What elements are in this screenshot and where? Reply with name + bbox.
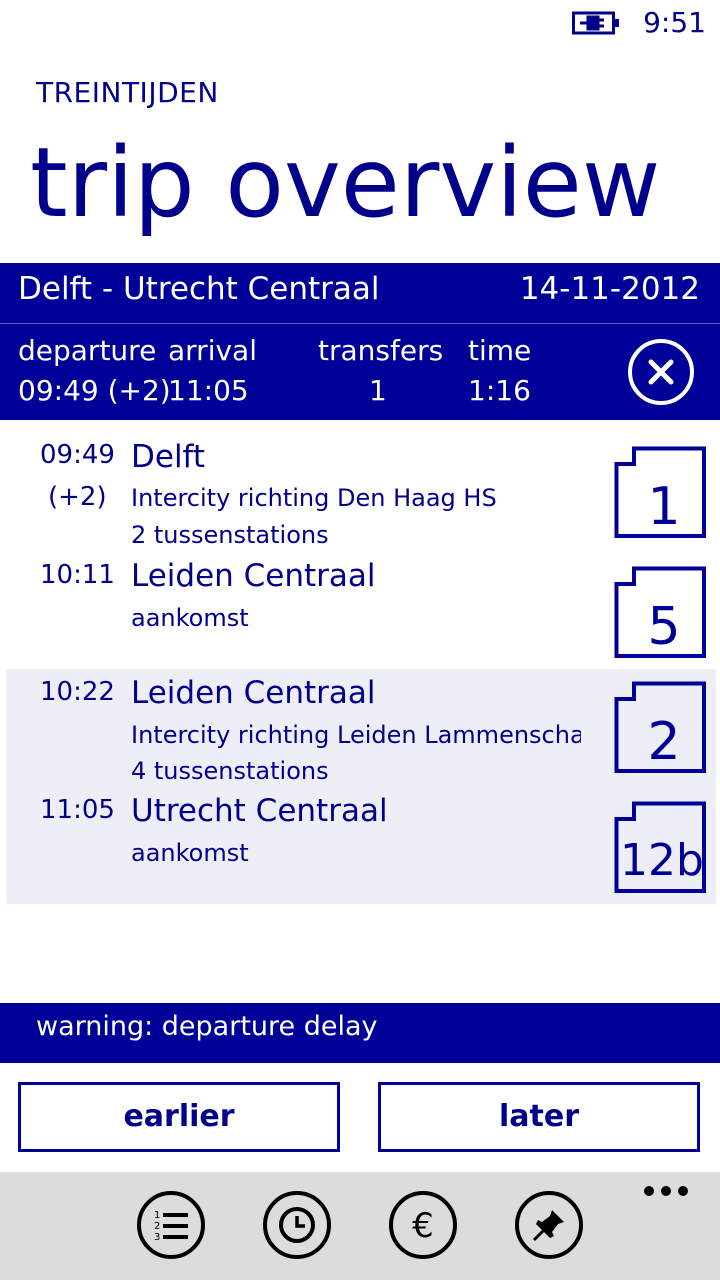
page-title: trip overview [30, 127, 661, 239]
trip-leg[interactable]: 10:22 Leiden Centraal Intercity richting… [6, 669, 716, 904]
platform-icon: 5 [614, 566, 706, 658]
pin-icon [515, 1191, 583, 1259]
stop-time: 11:05 [40, 795, 115, 825]
more-icon[interactable] [643, 1184, 689, 1198]
route-header: Delft - Utrecht Centraal 14-11-2012 [0, 263, 720, 324]
warning-bar: warning: departure delay [0, 1003, 720, 1063]
station-name: Leiden Centraal [131, 558, 376, 594]
app-name: TREINTIJDEN [36, 76, 219, 109]
svg-text:1: 1 [154, 1210, 160, 1221]
warning-text: warning: departure delay [36, 1011, 378, 1042]
departure-value: 09:49 (+2) [18, 374, 171, 407]
svg-text:2: 2 [154, 1221, 160, 1232]
intermediate-stations: 2 tussenstations [131, 521, 329, 549]
stop-time: 10:11 [40, 560, 115, 590]
transfers-value: 1 [369, 374, 387, 407]
intermediate-stations: 4 tussenstations [131, 757, 329, 785]
platform-number: 12b [620, 835, 704, 886]
stop-time: 09:49 [40, 440, 115, 470]
platform-icon: 2 [614, 681, 706, 773]
platform-number: 1 [647, 477, 680, 537]
close-button[interactable] [628, 339, 694, 405]
arrival-note: aankomst [131, 604, 249, 632]
status-clock: 9:51 [643, 6, 706, 39]
platform-number: 5 [647, 597, 680, 657]
arrival-note: aankomst [131, 839, 249, 867]
arrival-value: 11:05 [168, 374, 249, 407]
pin-button[interactable] [514, 1190, 584, 1260]
time-value: 1:16 [468, 374, 531, 407]
station-name: Delft [131, 439, 206, 475]
route-name: Delft - Utrecht Centraal [18, 271, 380, 307]
route-date: 14-11-2012 [519, 271, 700, 307]
station-name: Leiden Centraal [131, 675, 376, 711]
svg-text:3: 3 [154, 1232, 160, 1243]
battery-charging-icon [572, 11, 619, 35]
clock-icon [263, 1191, 331, 1259]
train-direction: Intercity richting Den Haag HS [131, 484, 497, 512]
platform-icon: 1 [614, 446, 706, 538]
status-bar: 9:51 [0, 0, 720, 50]
time-label: time [468, 334, 532, 367]
delay-badge: (+2) [48, 482, 107, 512]
later-button[interactable]: later [378, 1082, 700, 1152]
trip-leg[interactable]: 09:49 (+2) Delft Intercity richting Den … [6, 432, 716, 664]
arrival-label: arrival [168, 334, 257, 367]
price-button[interactable]: € [388, 1190, 458, 1260]
departure-label: departure [18, 334, 157, 367]
platform-number: 2 [647, 712, 680, 772]
close-icon [648, 359, 674, 385]
station-name: Utrecht Centraal [131, 793, 388, 829]
train-direction: Intercity richting Leiden Lammenschans [131, 721, 581, 749]
euro-icon: € [389, 1191, 457, 1259]
app-bar: 1 2 3 € [0, 1172, 720, 1280]
earlier-button[interactable]: earlier [18, 1082, 340, 1152]
stop-time: 10:22 [40, 677, 115, 707]
list-icon: 1 2 3 [137, 1191, 205, 1259]
list-button[interactable]: 1 2 3 [136, 1190, 206, 1260]
time-button[interactable] [262, 1190, 332, 1260]
svg-text:€: € [412, 1206, 434, 1246]
trip-summary: departure 09:49 (+2) arrival 11:05 trans… [0, 324, 720, 420]
transfers-label: transfers [318, 334, 444, 367]
platform-icon: 12b [614, 801, 706, 893]
